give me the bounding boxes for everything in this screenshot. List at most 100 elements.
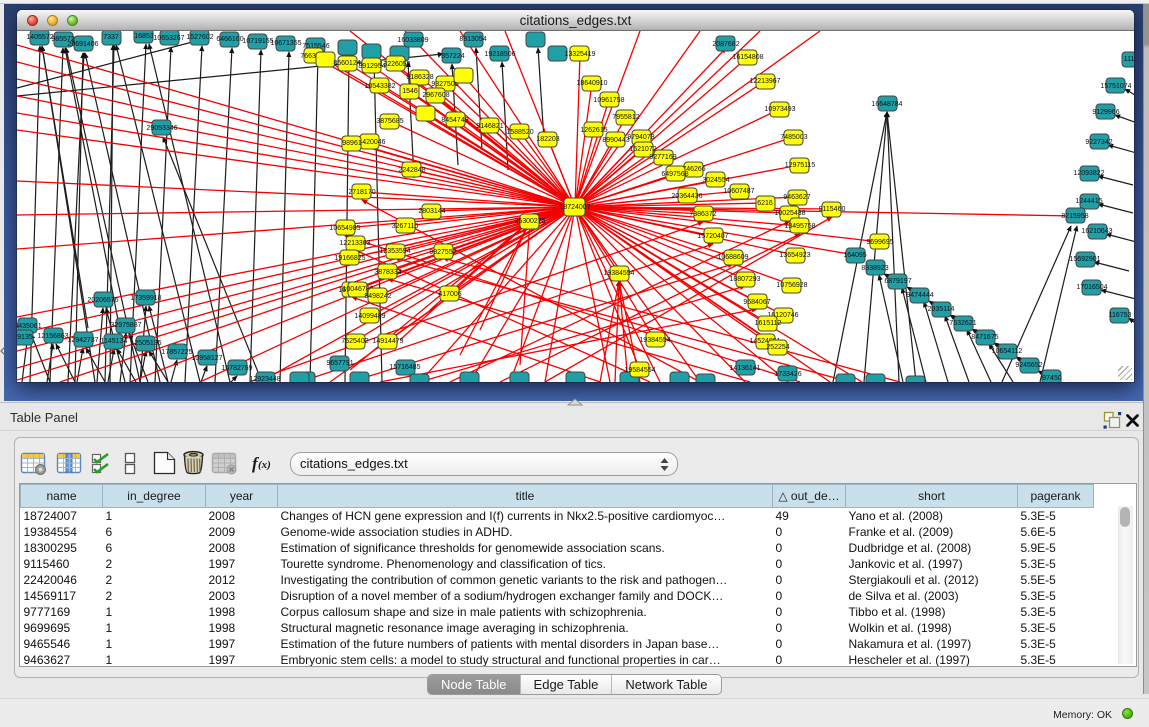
svg-text:12213967: 12213967 (749, 78, 780, 85)
svg-text:7955812: 7955812 (612, 114, 639, 121)
svg-text:10671355: 10671355 (270, 40, 301, 47)
svg-text:17857225: 17857225 (161, 349, 192, 356)
svg-text:6879197: 6879197 (884, 278, 911, 285)
svg-text:8813054: 8813054 (459, 36, 486, 43)
svg-text:39135: 39135 (17, 334, 33, 341)
svg-text:7337: 7337 (103, 34, 119, 41)
svg-text:10688609: 10688609 (717, 254, 748, 261)
svg-text:19384554: 19384554 (603, 270, 634, 277)
svg-text:1527602: 1527602 (186, 34, 213, 41)
svg-text:417006: 417006 (438, 291, 461, 298)
svg-text:98961: 98961 (342, 140, 362, 147)
svg-text:8990443: 8990443 (602, 137, 629, 144)
svg-text:182203: 182203 (536, 136, 559, 143)
svg-text:9245652: 9245652 (1015, 362, 1042, 369)
svg-text:10654112: 10654112 (992, 348, 1023, 355)
svg-text:17016504: 17016504 (1076, 284, 1107, 291)
svg-text:1733426: 1733426 (774, 371, 801, 378)
svg-text:9827552: 9827552 (429, 249, 456, 256)
svg-text:12353594: 12353594 (379, 248, 410, 255)
svg-text:16853: 16853 (134, 33, 154, 40)
svg-text:1546: 1546 (402, 88, 418, 95)
svg-text:10961758: 10961758 (593, 97, 624, 104)
svg-text:12923448: 12923448 (249, 376, 280, 382)
svg-text:9277169: 9277169 (649, 154, 676, 161)
svg-text:164095: 164095 (843, 252, 866, 259)
svg-text:6466160: 6466160 (216, 36, 243, 43)
svg-text:7632621: 7632621 (949, 320, 976, 327)
svg-text:1117: 1117 (1124, 56, 1134, 63)
svg-text:15720407: 15720407 (697, 233, 728, 240)
svg-text:1615112: 1615112 (755, 320, 782, 327)
svg-text:9684067: 9684067 (743, 299, 770, 306)
svg-text:19384554: 19384554 (639, 337, 670, 344)
svg-text:17359918: 17359918 (130, 295, 161, 302)
svg-text:12975115: 12975115 (785, 162, 816, 169)
svg-text:12505135: 12505135 (130, 340, 161, 347)
svg-text:10654985: 10654985 (329, 225, 360, 232)
svg-text:14914479: 14914479 (372, 338, 403, 345)
svg-text:10958127: 10958127 (191, 355, 222, 362)
svg-text:16648784: 16648784 (871, 101, 902, 108)
svg-text:15751074: 15751074 (1100, 83, 1131, 90)
svg-text:8215958: 8215958 (1061, 213, 1088, 220)
svg-text:18724007: 18724007 (559, 204, 590, 211)
svg-text:9227342: 9227342 (1085, 139, 1112, 146)
svg-text:8938923: 8938923 (861, 265, 888, 272)
svg-text:7485003: 7485003 (780, 134, 807, 141)
svg-text:3878334: 3878334 (374, 269, 401, 276)
svg-text:8454749: 8454749 (441, 117, 468, 124)
svg-text:10973493: 10973493 (764, 106, 795, 113)
svg-text:1405572: 1405572 (26, 34, 53, 41)
svg-text:10607487: 10607487 (723, 188, 754, 195)
svg-text:13226058: 13226058 (379, 61, 410, 68)
svg-text:10025438: 10025438 (774, 210, 805, 217)
svg-text:2935114: 2935114 (928, 306, 955, 313)
svg-text:2803144: 2803144 (418, 208, 445, 215)
svg-text:12942737: 12942737 (67, 337, 98, 344)
svg-text:10543382: 10543382 (364, 83, 395, 90)
svg-text:8660124: 8660124 (333, 60, 360, 67)
svg-text:2087682: 2087682 (712, 41, 739, 48)
svg-text:10756928: 10756928 (776, 282, 807, 289)
svg-text:6216: 6216 (757, 200, 773, 207)
svg-text:19218506: 19218506 (484, 51, 515, 58)
svg-text:32975887: 32975887 (110, 322, 141, 329)
svg-text:7625402: 7625402 (341, 338, 368, 345)
svg-text:9146821: 9146821 (476, 123, 503, 130)
svg-text:1262615: 1262615 (580, 127, 607, 134)
svg-text:252254: 252254 (766, 344, 789, 351)
svg-text:9794078: 9794078 (627, 134, 654, 141)
svg-text:15692901: 15692901 (1069, 256, 1100, 263)
svg-text:20206576: 20206576 (87, 297, 118, 304)
svg-text:7357224: 7357224 (437, 53, 464, 60)
svg-text:3024554: 3024554 (702, 177, 729, 184)
svg-text:20691406: 20691406 (67, 41, 98, 48)
svg-text:9474444: 9474444 (906, 292, 933, 299)
svg-text:2718170: 2718170 (348, 189, 375, 196)
svg-text:16154808: 16154808 (732, 54, 763, 61)
svg-text:116753: 116753 (1109, 312, 1132, 319)
svg-text:9463627: 9463627 (783, 194, 810, 201)
svg-text:13495758: 13495758 (784, 223, 815, 230)
svg-text:14099489: 14099489 (354, 313, 385, 320)
svg-text:14136141: 14136141 (729, 365, 760, 372)
svg-text:10719155: 10719155 (242, 38, 273, 45)
svg-text:12093822: 12093822 (1073, 170, 1104, 177)
svg-text:18807293: 18807293 (729, 276, 760, 283)
svg-text:9498242: 9498242 (364, 293, 391, 300)
svg-text:12156863: 12156863 (37, 333, 68, 340)
svg-text:7386372: 7386372 (689, 211, 716, 218)
svg-text:8471675: 8471675 (971, 334, 998, 341)
svg-text:20364436: 20364436 (671, 193, 702, 200)
svg-text:3875685: 3875685 (376, 118, 403, 125)
svg-text:(x): (x) (258, 459, 271, 471)
svg-text:29053346: 29053346 (146, 125, 177, 132)
svg-text:16033809: 16033809 (397, 37, 428, 44)
svg-text:16210643: 16210643 (1081, 228, 1112, 235)
svg-text:9657791: 9657791 (326, 360, 353, 367)
svg-text:18640910: 18640910 (576, 80, 607, 87)
svg-text:9129966: 9129966 (1092, 109, 1119, 116)
svg-text:10653267: 10653267 (153, 35, 184, 42)
svg-text:25300275: 25300275 (514, 218, 545, 225)
